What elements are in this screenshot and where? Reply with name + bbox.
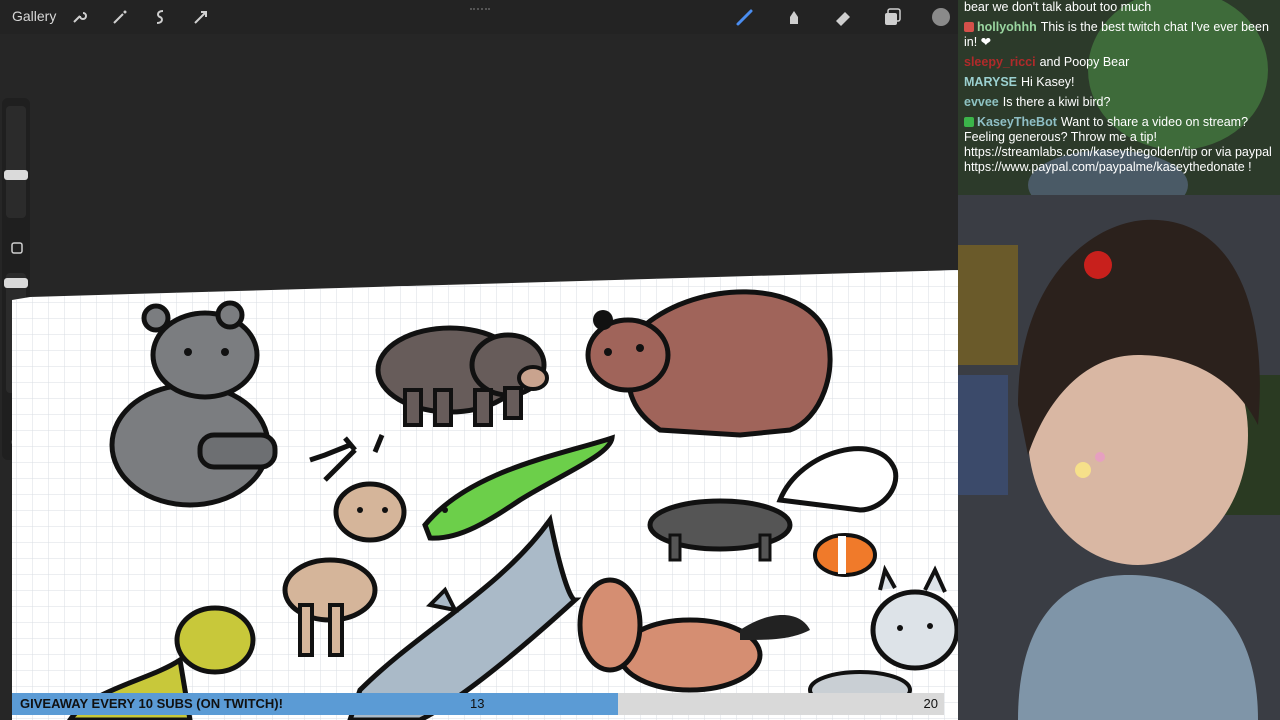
- brush-size-slider[interactable]: [6, 106, 26, 218]
- stream-screen: Gallery bear we don't talk about too muc…: [0, 0, 1280, 720]
- chat-message: hollyohhh This is the best twitch chat I'…: [964, 20, 1276, 50]
- magic-wand-icon[interactable]: [109, 6, 131, 28]
- chat-username[interactable]: evvee: [964, 95, 999, 109]
- chat-username[interactable]: sleepy_ricci: [964, 55, 1036, 69]
- chat-message: bear we don't talk about too much: [964, 0, 1276, 15]
- transform-icon[interactable]: [190, 6, 212, 28]
- chat-text: Is there a kiwi bird?: [1002, 95, 1111, 109]
- modify-button[interactable]: [10, 241, 24, 255]
- smudge-icon[interactable]: [783, 6, 805, 28]
- chat-text: bear we don't talk about too much: [964, 0, 1152, 14]
- chat-username[interactable]: hollyohhh: [977, 20, 1037, 34]
- giveaway-progress-bar: GIVEAWAY EVERY 10 SUBS (ON TWITCH)! 13 2…: [12, 693, 944, 715]
- giveaway-goal-count: 20: [923, 696, 938, 711]
- chat-message: evvee Is there a kiwi bird?: [964, 95, 1276, 110]
- chat-message: sleepy_ricci and Poopy Bear: [964, 55, 1276, 70]
- gallery-button[interactable]: Gallery: [12, 8, 56, 24]
- chat-username[interactable]: MARYSE: [964, 75, 1017, 89]
- drawing-app: Gallery: [0, 0, 958, 720]
- chat-messages: bear we don't talk about too much hollyo…: [964, 0, 1276, 180]
- badge-icon: [964, 22, 974, 32]
- chat-message: KaseyTheBot Want to share a video on stre…: [964, 115, 1276, 175]
- brush-size-handle[interactable]: [4, 170, 28, 180]
- wrench-icon[interactable]: [68, 6, 90, 28]
- chat-overlay: bear we don't talk about too much hollyo…: [958, 0, 1280, 195]
- giveaway-label: GIVEAWAY EVERY 10 SUBS (ON TWITCH)!: [20, 696, 283, 711]
- eraser-icon[interactable]: [832, 6, 854, 28]
- chat-text: and Poopy Bear: [1039, 55, 1130, 69]
- selection-icon[interactable]: [149, 6, 171, 28]
- clownfish-drawing: [813, 533, 877, 577]
- chat-text: Hi Kasey!: [1021, 75, 1075, 89]
- badge-icon: [964, 117, 974, 127]
- webcam-feed: [958, 195, 1280, 720]
- brush-icon[interactable]: [734, 6, 756, 28]
- giveaway-current-count: 13: [470, 696, 485, 711]
- chat-username[interactable]: KaseyTheBot: [977, 115, 1057, 129]
- top-toolbar: Gallery: [0, 0, 958, 34]
- layers-icon[interactable]: [881, 6, 903, 28]
- drawing-canvas[interactable]: [0, 270, 958, 720]
- dark-bear-drawing: [375, 325, 549, 427]
- color-icon[interactable]: [930, 6, 952, 28]
- chat-message: MARYSE Hi Kasey!: [964, 75, 1276, 90]
- toolbar-grabber[interactable]: [470, 8, 490, 11]
- webcam-image: [958, 195, 1280, 720]
